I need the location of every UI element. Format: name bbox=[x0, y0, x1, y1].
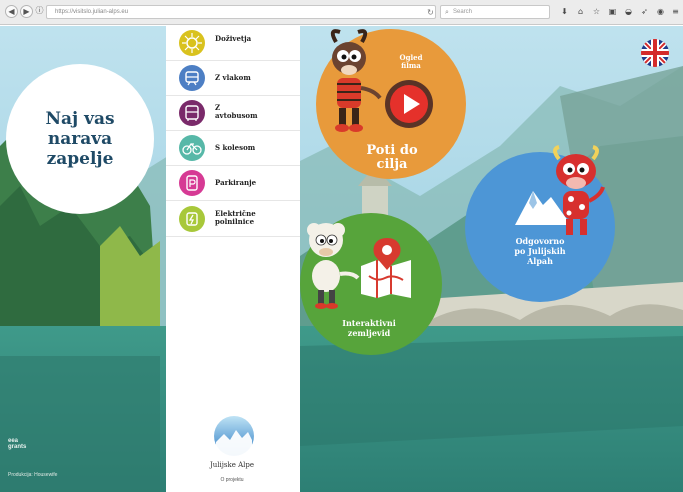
search-placeholder: Search bbox=[453, 9, 473, 15]
menu-label: Z avtobusom bbox=[215, 103, 258, 120]
bicycle-icon bbox=[179, 135, 205, 161]
page-viewport: Naj vas narava zapelje eea grants Produk… bbox=[0, 26, 683, 492]
logo-text: Julijske Alpe bbox=[209, 461, 255, 469]
address-bar[interactable]: https://visitslo.julian-alps.eu bbox=[46, 5, 436, 19]
home-icon[interactable]: ⌂ bbox=[576, 7, 585, 16]
browser-toolbar: ◀ ▶ ⓘ https://visitslo.julian-alps.eu ↻ … bbox=[0, 0, 683, 25]
menu-label: Doživetja bbox=[215, 34, 252, 43]
grants-text: grants bbox=[8, 444, 27, 450]
menu-label: Parkiranje bbox=[215, 178, 257, 187]
map-pin-icon bbox=[361, 238, 411, 298]
julijske-alpe-logo-icon[interactable] bbox=[212, 414, 256, 458]
send-icon[interactable]: ➶ bbox=[640, 7, 649, 16]
forward-icon[interactable]: ▶ bbox=[20, 5, 33, 18]
goat-mascot-icon bbox=[330, 29, 382, 132]
eea-grants-logo: eea grants bbox=[8, 438, 128, 450]
sun-icon bbox=[179, 30, 205, 56]
menu-item-s-kolesom[interactable]: S kolesom bbox=[166, 131, 300, 166]
train-icon bbox=[179, 65, 205, 91]
menu-label: S kolesom bbox=[215, 143, 256, 152]
url-text: https://visitslo.julian-alps.eu bbox=[55, 9, 129, 15]
info-icon[interactable]: ⓘ bbox=[33, 5, 46, 18]
extension-icon[interactable]: ◉ bbox=[656, 7, 665, 16]
watch-film-label: Ogled filma bbox=[399, 53, 423, 70]
clipboard-icon[interactable]: ▣ bbox=[608, 7, 617, 16]
menu-icon[interactable]: ≡ bbox=[671, 7, 680, 16]
play-icon[interactable] bbox=[383, 78, 435, 130]
search-input[interactable]: ⌕ Search bbox=[440, 5, 550, 19]
menu-label: Električne polnilnice bbox=[215, 209, 256, 226]
cow-mascot-icon bbox=[553, 145, 605, 235]
pocket-icon[interactable]: ◒ bbox=[624, 7, 633, 16]
parking-icon bbox=[179, 170, 205, 196]
bus-icon bbox=[179, 100, 205, 126]
menu-item-z-vlakom[interactable]: Z vlakom bbox=[166, 61, 300, 96]
title-bubble: Naj vas narava zapelje bbox=[6, 64, 154, 214]
charging-icon bbox=[179, 206, 205, 232]
menu-item-dozivetja[interactable]: Doživetja bbox=[166, 26, 300, 61]
production-credit: Produkcija: Housewife bbox=[8, 472, 58, 478]
menu-item-parkiranje[interactable]: Parkiranje bbox=[166, 166, 300, 201]
reload-icon[interactable]: ↻ bbox=[426, 8, 435, 17]
footer-logos: eea grants bbox=[8, 438, 128, 450]
page-title: Naj vas narava zapelje bbox=[45, 109, 115, 169]
star-icon[interactable]: ☆ bbox=[592, 7, 601, 16]
odgovorno-label: Odgovorno po Julijskih Alpah bbox=[514, 236, 566, 266]
interaktivni-zemljevid-label: Interaktivni zemljevid bbox=[342, 318, 396, 338]
menu-item-elektricne-polnilnice[interactable]: Električne polnilnice bbox=[166, 201, 300, 237]
menu-label: Z vlakom bbox=[215, 73, 251, 82]
uk-flag-icon[interactable] bbox=[641, 39, 669, 67]
search-icon: ⌕ bbox=[445, 8, 449, 16]
about-project-link[interactable]: O projektu bbox=[180, 477, 284, 483]
poti-do-cilja-label: Poti do cilja bbox=[366, 143, 418, 172]
download-icon[interactable]: ⬇ bbox=[560, 7, 569, 16]
back-icon[interactable]: ◀ bbox=[5, 5, 18, 18]
sheep-mascot-icon bbox=[307, 223, 360, 309]
menu-item-z-avtobusom[interactable]: Z avtobusom bbox=[166, 96, 300, 131]
